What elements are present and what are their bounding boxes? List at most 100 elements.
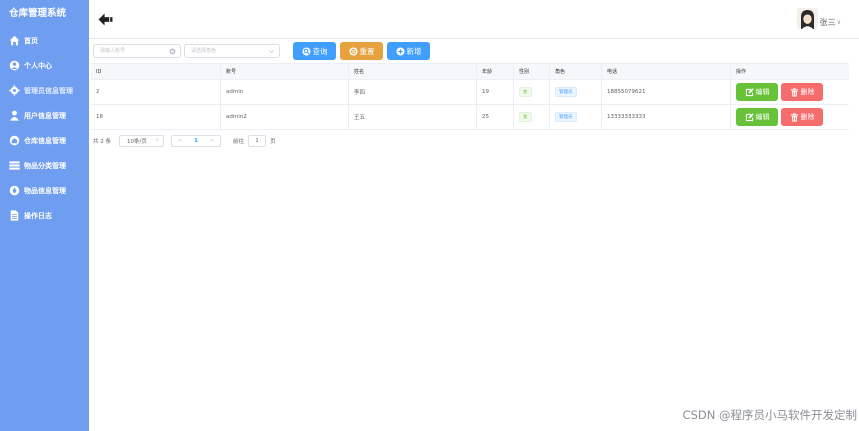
reset-button-label: 重置 xyxy=(359,46,375,56)
sidebar-item-label: 仓库信息管理 xyxy=(24,136,66,145)
document-icon xyxy=(8,210,20,221)
delete-button-label: 删除 xyxy=(800,88,815,96)
add-button-label: 新增 xyxy=(406,46,422,56)
sidebar-item-users[interactable]: 用户信息管理 xyxy=(0,103,89,128)
sidebar-item-label: 个人中心 xyxy=(24,61,52,70)
add-button[interactable]: 新增 xyxy=(387,42,430,60)
chevron-down-icon: ∨ xyxy=(836,19,841,26)
sidebar-item-label: 用户信息管理 xyxy=(24,111,66,120)
role-tag: 管理员 xyxy=(555,112,577,122)
goto-prefix: 前往 xyxy=(233,139,245,145)
warehouse-icon xyxy=(8,135,20,146)
page-number-current[interactable]: 1 xyxy=(188,138,204,144)
sidebar-item-warehouse[interactable]: 仓库信息管理 xyxy=(0,128,89,153)
sidebar-item-home[interactable]: 首页 xyxy=(0,28,89,53)
app-title: 仓库管理系统 xyxy=(9,8,67,19)
cell-sex: 女 xyxy=(514,80,550,104)
trash-icon xyxy=(790,87,798,97)
account-search-field xyxy=(93,44,181,58)
sidebar-item-profile[interactable]: 个人中心 xyxy=(0,53,89,78)
cell-role: 管理员 xyxy=(550,80,602,104)
cell-age: 19 xyxy=(477,80,514,104)
prev-page-button[interactable]: < xyxy=(172,138,188,144)
delete-button-label: 删除 xyxy=(800,113,815,121)
delete-button[interactable]: 删除 xyxy=(781,108,823,126)
cell-role: 管理员 xyxy=(550,105,602,129)
sidebar-item-admin[interactable]: 管理员信息管理 xyxy=(0,78,89,103)
person-icon xyxy=(8,110,20,121)
goto-page-input[interactable]: 1 xyxy=(248,135,267,147)
chevron-down-icon: ∨ xyxy=(155,137,159,143)
column-header-actions: 操作 xyxy=(736,69,747,75)
edit-button[interactable]: 编辑 xyxy=(736,108,778,126)
user-center-icon xyxy=(8,60,20,71)
column-header-id: ID xyxy=(91,64,221,79)
chevron-down-icon xyxy=(269,50,274,54)
column-header-age: 年龄 xyxy=(477,64,514,79)
admin-table: ID 账号 姓名 年龄 性别 角色 电话 操作 2 admin 李四 19 女 … xyxy=(91,63,849,130)
trash-icon xyxy=(790,112,798,122)
collapse-sidebar-icon[interactable] xyxy=(98,13,113,26)
cell-age: 25 xyxy=(477,105,514,129)
sidebar-item-label: 首页 xyxy=(24,36,38,45)
home-icon xyxy=(8,35,20,46)
sex-tag: 女 xyxy=(519,87,532,97)
clear-icon[interactable] xyxy=(169,48,176,55)
search-icon xyxy=(301,46,311,56)
column-header-sex: 性别 xyxy=(514,64,550,79)
column-header-account: 账号 xyxy=(221,64,349,79)
account-search-input[interactable] xyxy=(94,45,180,57)
sidebar-item-label: 管理员信息管理 xyxy=(24,86,73,95)
cell-id: 18 xyxy=(91,105,221,129)
query-button[interactable]: 查询 xyxy=(293,42,336,60)
table-row: 2 admin 李四 19 女 管理员 18855079621 编辑 删除 xyxy=(91,80,849,105)
table-row: 18 admin2 王五 25 女 管理员 13333333333 编辑 删除 xyxy=(91,105,849,130)
add-icon xyxy=(395,46,405,56)
watermark: CSDN @程序员小马软件开发定制 xyxy=(682,408,857,422)
role-select-input[interactable] xyxy=(185,45,279,57)
pagination: 共 2 条 10条/页 ∨ < 1 > 前往 1 页 xyxy=(93,134,276,148)
cell-name: 王五 xyxy=(349,105,477,129)
list-icon xyxy=(8,160,20,171)
item-icon xyxy=(8,185,20,196)
cell-name: 李四 xyxy=(349,80,477,104)
role-select[interactable] xyxy=(184,44,280,58)
page-size-value: 10条/页 xyxy=(127,139,147,145)
cell-actions: 编辑 删除 xyxy=(731,80,849,104)
top-header: 张三 ∨ xyxy=(89,0,859,39)
user-menu[interactable]: 张三 ∨ xyxy=(796,8,841,29)
cell-phone: 18855079621 xyxy=(602,80,731,104)
column-header-phone: 电话 xyxy=(602,64,731,79)
sidebar: 仓库管理系统 首页 个人中心 管理员信息管理 用户信息管理 仓库信息管理 物品分… xyxy=(0,0,89,431)
next-page-button[interactable]: > xyxy=(204,138,220,144)
sidebar-item-items[interactable]: 物品信息管理 xyxy=(0,178,89,203)
avatar xyxy=(796,8,818,29)
total-count: 共 2 条 xyxy=(93,139,111,145)
cell-account: admin xyxy=(221,80,349,104)
cell-sex: 女 xyxy=(514,105,550,129)
edit-button-label: 编辑 xyxy=(755,88,770,96)
sidebar-item-log[interactable]: 操作日志 xyxy=(0,203,89,228)
sidebar-item-label: 物品分类管理 xyxy=(24,161,66,170)
edit-button[interactable]: 编辑 xyxy=(736,83,778,101)
reset-icon xyxy=(348,46,358,56)
reset-button[interactable]: 重置 xyxy=(340,42,383,60)
column-header-name: 姓名 xyxy=(349,64,477,79)
edit-button-label: 编辑 xyxy=(755,113,770,121)
goto-suffix: 页 xyxy=(270,139,276,145)
sidebar-item-label: 操作日志 xyxy=(24,211,52,220)
edit-icon xyxy=(745,112,754,121)
role-tag: 管理员 xyxy=(555,87,577,97)
query-button-label: 查询 xyxy=(312,46,328,56)
cell-id: 2 xyxy=(91,80,221,104)
sidebar-item-category[interactable]: 物品分类管理 xyxy=(0,153,89,178)
delete-button[interactable]: 删除 xyxy=(781,83,823,101)
sidebar-item-label: 物品信息管理 xyxy=(24,186,66,195)
edit-icon xyxy=(745,87,754,96)
page-size-select[interactable]: 10条/页 ∨ xyxy=(119,135,164,147)
cell-phone: 13333333333 xyxy=(602,105,731,129)
cell-actions: 编辑 删除 xyxy=(731,105,849,129)
sex-tag: 女 xyxy=(519,112,532,122)
column-header-role: 角色 xyxy=(550,64,602,79)
page-nav: < 1 > xyxy=(171,135,221,147)
